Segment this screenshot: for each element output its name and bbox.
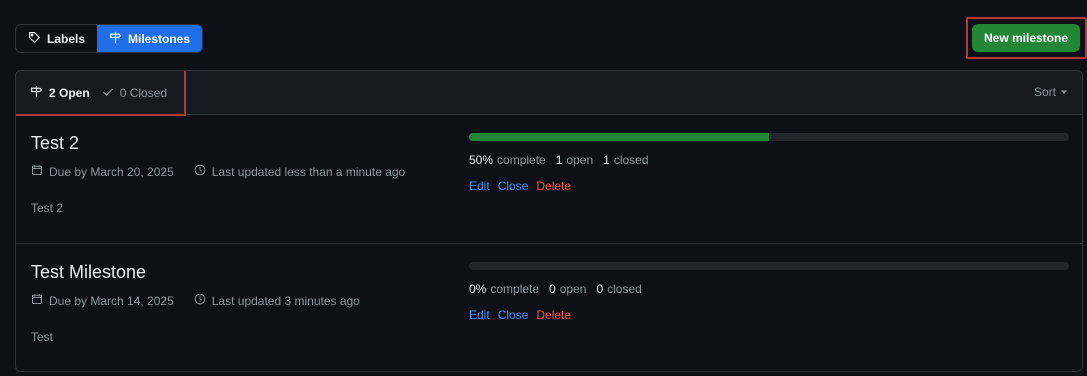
list-header: 2 Open 0 Closed Sort [16, 71, 1082, 116]
open-text: open [559, 282, 587, 296]
closed-filter-label: 0 Closed [119, 86, 168, 100]
milestone-icon [30, 85, 43, 101]
milestone-row: Test 2 Due by March 20, 2025 Last update… [16, 115, 1082, 244]
percent-complete: 0% [469, 282, 487, 296]
milestone-progress-area: 0% complete 0 open 0 closed Edit Close D… [469, 262, 1069, 322]
closed-issues-link[interactable]: 1 closed [603, 153, 648, 167]
open-count: 0 [549, 282, 556, 296]
labels-milestones-switch: Labels Milestones [15, 24, 204, 53]
edit-link[interactable]: Edit [469, 308, 490, 322]
closed-count: 0 [596, 282, 604, 296]
delete-link[interactable]: Delete [536, 308, 571, 322]
milestone-description: Test [31, 330, 54, 344]
open-text: open [566, 153, 594, 167]
open-filter-label: 2 Open [49, 86, 90, 100]
due-date: Due by March 20, 2025 [49, 164, 174, 179]
milestones-tab-label: Milestones [128, 31, 191, 46]
complete-stat: 0% complete [469, 282, 539, 296]
labels-tab[interactable]: Labels [16, 25, 97, 52]
closed-filter[interactable]: 0 Closed [102, 86, 167, 101]
edit-link[interactable]: Edit [469, 179, 490, 193]
open-issues-link[interactable]: 1 open [556, 153, 593, 167]
tag-icon [28, 31, 41, 47]
last-updated: Last updated 3 minutes ago [211, 293, 360, 308]
milestone-progress-area: 50% complete 1 open 1 closed Edit Close … [469, 133, 1069, 193]
complete-text: complete [497, 153, 546, 167]
labels-tab-label: Labels [47, 31, 86, 46]
complete-stat: 50% complete [469, 153, 546, 167]
percent-complete: 50% [469, 153, 494, 167]
complete-text: complete [490, 282, 540, 296]
milestone-title[interactable]: Test 2 [31, 133, 451, 154]
check-icon [102, 86, 114, 101]
open-issues-link[interactable]: 0 open [549, 282, 586, 296]
closed-issues-link[interactable]: 0 closed [596, 282, 641, 296]
milestone-meta: Due by March 20, 2025 Last updated less … [31, 164, 451, 179]
new-milestone-button[interactable]: New milestone [972, 24, 1080, 52]
calendar-icon [31, 293, 43, 308]
topbar: Labels Milestones New milestone [0, 0, 1087, 62]
milestone-info: Test Milestone Due by March 14, 2025 Las… [31, 262, 451, 344]
progress-bar [469, 133, 1069, 141]
caret-down-icon [1060, 85, 1068, 99]
last-updated: Last updated less than a minute ago [211, 164, 406, 179]
open-count: 1 [555, 153, 563, 167]
sort-dropdown[interactable]: Sort [1034, 85, 1068, 99]
closed-text: closed [613, 153, 649, 167]
sort-label: Sort [1033, 85, 1056, 99]
milestone-stats: 50% complete 1 open 1 closed [469, 153, 1069, 167]
open-filter[interactable]: 2 Open [30, 85, 90, 101]
milestone-actions: Edit Close Delete [469, 308, 1069, 322]
milestone-title[interactable]: Test Milestone [31, 262, 451, 283]
new-milestone-highlight: New milestone [966, 17, 1087, 59]
calendar-icon [31, 164, 43, 179]
milestones-list: 2 Open 0 Closed Sort Test 2 Due by March… [15, 70, 1083, 372]
progress-bar [469, 262, 1069, 270]
milestone-stats: 0% complete 0 open 0 closed [469, 282, 1069, 296]
delete-link[interactable]: Delete [536, 179, 571, 193]
milestone-meta: Due by March 14, 2025 Last updated 3 min… [31, 293, 451, 308]
milestone-icon [109, 31, 122, 47]
closed-text: closed [607, 282, 642, 296]
progress-fill [469, 133, 769, 141]
milestone-description: Test 2 [31, 201, 64, 215]
closed-count: 1 [603, 153, 610, 167]
due-date: Due by March 14, 2025 [49, 293, 174, 308]
state-filter: 2 Open 0 Closed [30, 85, 167, 101]
milestone-info: Test 2 Due by March 20, 2025 Last update… [31, 133, 451, 215]
milestone-actions: Edit Close Delete [469, 179, 1069, 193]
close-link[interactable]: Close [498, 308, 529, 322]
close-link[interactable]: Close [498, 179, 529, 193]
milestone-row: Test Milestone Due by March 14, 2025 Las… [16, 244, 1082, 371]
milestones-tab[interactable]: Milestones [97, 25, 203, 52]
clock-icon [194, 164, 206, 179]
clock-icon [194, 293, 206, 308]
